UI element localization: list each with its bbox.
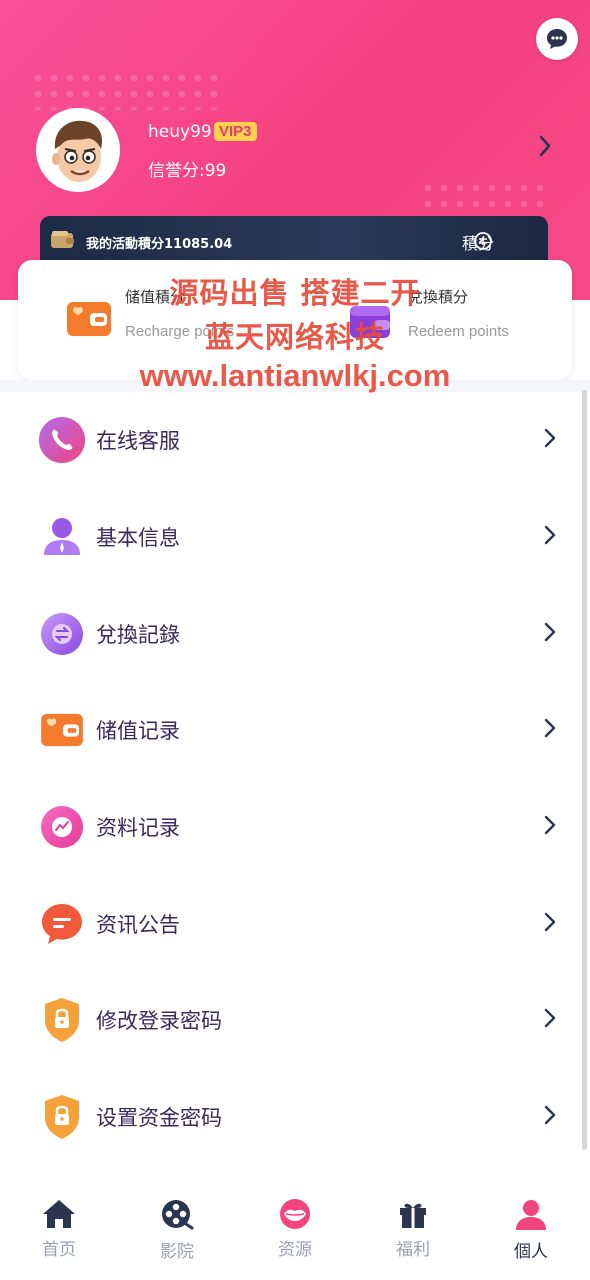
menu-label: 资料记录 <box>96 816 180 841</box>
chevron-right-icon <box>544 912 556 936</box>
cartoon-face-icon <box>39 111 117 189</box>
menu-label: 在线客服 <box>96 429 180 454</box>
activity-points-bar[interactable]: 我的活動積分11085.04 積分 <box>40 216 548 264</box>
lock-shield-icon <box>38 1093 86 1141</box>
coin-icon <box>473 231 493 255</box>
avatar[interactable] <box>36 108 120 192</box>
menu-item-basic-info[interactable]: 基本信息 <box>0 489 590 586</box>
profile-header: heuy99 VIP3 信誉分:99 我的活動積分11085.04 積分 <box>0 0 590 300</box>
user-icon <box>38 513 86 561</box>
chevron-right-icon <box>544 622 556 646</box>
vip-badge: VIP3 <box>214 122 257 141</box>
tab-cinema[interactable]: 影院 <box>118 1186 236 1280</box>
gift-icon <box>400 1203 426 1228</box>
tab-label: 個人 <box>514 1242 548 1262</box>
credit-score: 信誉分:99 <box>148 161 227 181</box>
menu-label: 兌換記錄 <box>96 622 180 647</box>
exchange-icon <box>38 610 86 658</box>
settings-menu: 在线客服 基本信息 兌換記錄 储值记录 资料记录 资讯公告 修改登录密码 设置资… <box>0 392 590 1166</box>
menu-label: 资讯公告 <box>96 912 180 937</box>
menu-item-customer-service[interactable]: 在线客服 <box>0 392 590 489</box>
lips-icon <box>280 1199 310 1229</box>
menu-item-exchange-records[interactable]: 兌換記錄 <box>0 585 590 682</box>
decorative-dots <box>30 70 220 110</box>
recharge-wallet-icon[interactable] <box>66 300 112 342</box>
wallet-icon <box>38 706 86 754</box>
menu-label: 储值记录 <box>96 719 180 744</box>
chevron-right-icon <box>544 718 556 742</box>
chat-bubble-icon <box>547 29 567 49</box>
wallet-icon <box>50 230 76 254</box>
home-icon <box>43 1200 75 1228</box>
profile-chevron-right-icon[interactable] <box>538 134 552 162</box>
tab-label: 影院 <box>160 1242 194 1262</box>
chevron-right-icon <box>544 1105 556 1129</box>
menu-item-recharge-records[interactable]: 储值记录 <box>0 682 590 779</box>
menu-label: 基本信息 <box>96 526 180 551</box>
person-icon <box>516 1200 546 1230</box>
chart-icon <box>38 803 86 851</box>
chat-button[interactable] <box>536 18 578 60</box>
lock-shield-icon <box>38 996 86 1044</box>
message-icon <box>38 900 86 948</box>
tab-welfare[interactable]: 福利 <box>354 1186 472 1280</box>
redeem-purse-icon[interactable] <box>348 300 392 344</box>
chevron-right-icon <box>544 428 556 452</box>
points-card: 储值積分 Recharge points 兌換積分 Redeem points <box>18 260 572 380</box>
bottom-tab-bar: 首页 影院 资源 福利 個人 <box>0 1186 590 1280</box>
menu-item-set-fund-password[interactable]: 设置资金密码 <box>0 1069 590 1166</box>
menu-label: 修改登录密码 <box>96 1009 222 1034</box>
tab-home[interactable]: 首页 <box>0 1186 118 1280</box>
tab-resources[interactable]: 资源 <box>236 1186 354 1280</box>
redeem-points-title[interactable]: 兌換積分 <box>408 286 468 307</box>
menu-item-change-login-password[interactable]: 修改登录密码 <box>0 972 590 1069</box>
menu-item-announcements[interactable]: 资讯公告 <box>0 875 590 972</box>
recharge-points-subtitle: Recharge points <box>125 323 235 340</box>
tab-label: 首页 <box>42 1240 76 1260</box>
chevron-right-icon <box>544 525 556 549</box>
tab-label: 福利 <box>396 1240 430 1260</box>
chevron-right-icon <box>544 1008 556 1032</box>
menu-item-data-records[interactable]: 资料记录 <box>0 779 590 876</box>
username: heuy99 <box>148 122 212 142</box>
phone-icon <box>38 416 86 464</box>
scrollbar[interactable] <box>582 390 587 1150</box>
recharge-points-title[interactable]: 储值積分 <box>125 286 185 307</box>
decorative-dots <box>420 180 550 210</box>
tab-label: 资源 <box>278 1240 312 1260</box>
tab-profile[interactable]: 個人 <box>472 1186 590 1280</box>
section-divider <box>0 380 590 392</box>
film-reel-icon <box>162 1200 194 1230</box>
redeem-points-subtitle: Redeem points <box>408 323 509 340</box>
chevron-right-icon <box>544 815 556 839</box>
activity-points-label: 我的活動積分11085.04 <box>86 237 233 252</box>
menu-label: 设置资金密码 <box>96 1106 222 1131</box>
